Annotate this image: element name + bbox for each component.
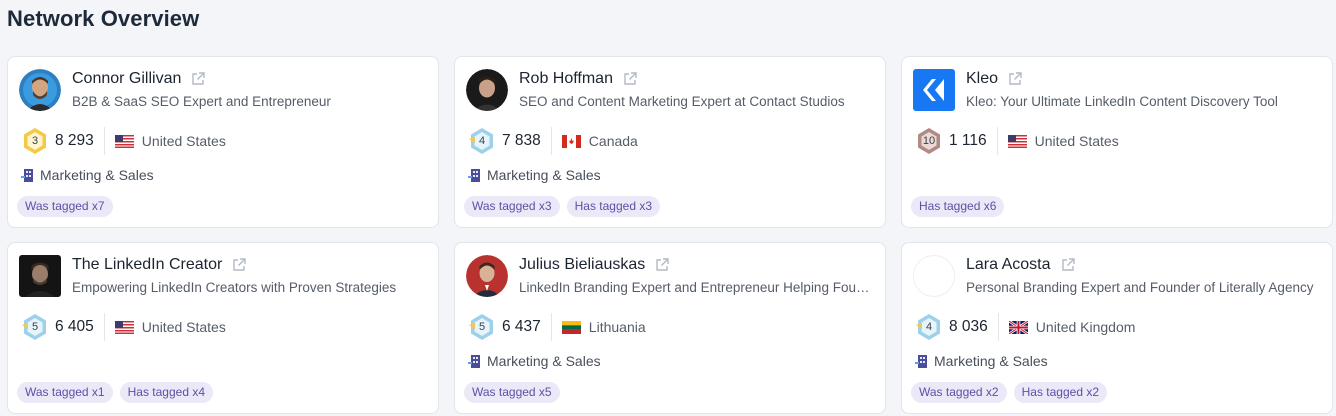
category-icon [20,168,35,183]
profile-card[interactable]: The LinkedIn Creator Empowering LinkedIn… [7,242,439,414]
follower-count: 1 116 [949,132,987,149]
category-label: Marketing & Sales [40,167,154,183]
us-flag-icon [1007,134,1027,148]
lithuania-flag-icon [561,320,581,334]
external-link-icon[interactable] [622,71,638,87]
external-link-icon[interactable] [1060,257,1076,273]
profile-card[interactable]: Julius Bieliauskas LinkedIn Branding Exp… [454,242,886,414]
tag-was-tagged[interactable]: Was tagged x2 [911,382,1007,403]
divider [550,127,552,155]
category-icon [914,354,929,369]
category-icon [467,354,482,369]
avatar[interactable] [913,255,955,297]
category-label: Marketing & Sales [487,167,601,183]
level-badge: 5 [467,312,497,342]
canada-flag-icon [561,134,581,148]
external-link-icon[interactable] [231,257,247,273]
us-flag-icon [114,134,134,148]
follower-count: 6 437 [502,318,541,335]
divider [103,313,105,341]
kleo-logo[interactable] [913,69,955,111]
tag-has-tagged[interactable]: Has tagged x6 [911,196,1005,217]
profile-headline: B2B & SaaS SEO Expert and Entrepreneur [72,94,331,109]
avatar[interactable] [19,255,61,297]
follower-count: 6 405 [55,318,94,335]
tag-was-tagged[interactable]: Was tagged x1 [17,382,113,403]
category-icon [467,168,482,183]
divider [550,313,552,341]
country-label: United States [141,133,226,149]
country-label: United States [141,319,226,335]
country-label: United States [1034,133,1119,149]
tag-was-tagged[interactable]: Was tagged x7 [17,196,113,217]
profile-card[interactable]: Rob Hoffman SEO and Content Marketing Ex… [454,56,886,228]
follower-count: 8 036 [949,318,988,335]
avatar[interactable] [466,69,508,111]
profile-name[interactable]: Kleo [966,70,998,88]
network-grid: Connor Gillivan B2B & SaaS SEO Expert an… [7,56,1333,414]
category-label: Marketing & Sales [934,353,1048,369]
profile-name[interactable]: The LinkedIn Creator [72,256,222,274]
country-label: Lithuania [588,319,646,335]
external-link-icon[interactable] [190,71,206,87]
external-link-icon[interactable] [1007,71,1023,87]
tag-has-tagged[interactable]: Has tagged x2 [1013,382,1107,403]
tag-was-tagged[interactable]: Was tagged x5 [464,382,560,403]
avatar[interactable] [19,69,61,111]
category-label: Marketing & Sales [487,353,601,369]
profile-headline: LinkedIn Branding Expert and Entrepreneu… [519,280,875,295]
divider [997,313,999,341]
profile-card[interactable]: Connor Gillivan B2B & SaaS SEO Expert an… [7,56,439,228]
profile-card[interactable]: Lara Acosta Personal Branding Expert and… [901,242,1333,414]
level-badge: 5 [20,312,50,342]
level-badge: 4 [914,312,944,342]
profile-card[interactable]: Kleo Kleo: Your Ultimate LinkedIn Conten… [901,56,1333,228]
profile-headline: Empowering LinkedIn Creators with Proven… [72,280,397,295]
country-label: Canada [588,133,638,149]
level-badge: 3 [20,126,50,156]
profile-headline: Kleo: Your Ultimate LinkedIn Content Dis… [966,94,1278,109]
divider [103,127,105,155]
profile-headline: SEO and Content Marketing Expert at Cont… [519,94,845,109]
divider [996,127,998,155]
level-badge: 10 [914,126,944,156]
profile-name[interactable]: Lara Acosta [966,256,1051,274]
profile-name[interactable]: Julius Bieliauskas [519,256,645,274]
tag-has-tagged[interactable]: Has tagged x4 [119,382,213,403]
country-label: United Kingdom [1035,319,1136,335]
profile-headline: Personal Branding Expert and Founder of … [966,280,1314,295]
tag-has-tagged[interactable]: Has tagged x3 [566,196,660,217]
follower-count: 7 838 [502,132,541,149]
uk-flag-icon [1008,319,1029,335]
profile-name[interactable]: Connor Gillivan [72,70,181,88]
external-link-icon[interactable] [654,257,670,273]
profile-name[interactable]: Rob Hoffman [519,70,613,88]
tag-was-tagged[interactable]: Was tagged x3 [464,196,560,217]
page-title: Network Overview [7,6,200,31]
follower-count: 8 293 [55,132,94,149]
us-flag-icon [114,320,134,334]
level-badge: 4 [467,126,497,156]
avatar[interactable] [466,255,508,297]
